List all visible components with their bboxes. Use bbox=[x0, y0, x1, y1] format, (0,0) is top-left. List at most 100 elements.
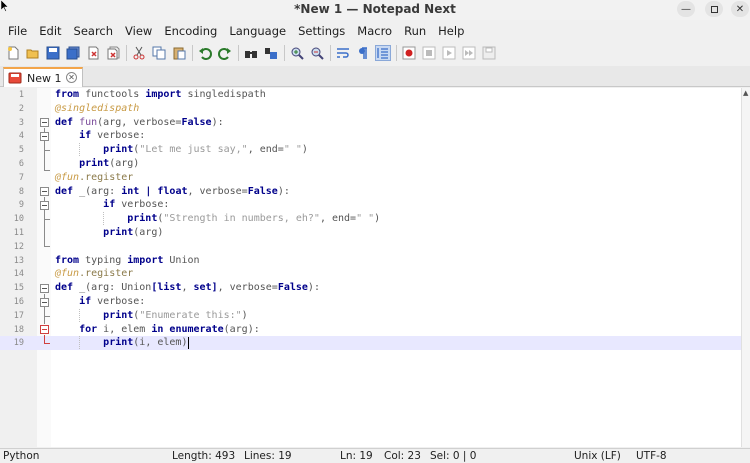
code-line[interactable]: 10 print("Strength in numbers, eh?", end… bbox=[0, 212, 741, 226]
redo-button[interactable] bbox=[217, 45, 233, 61]
fold-toggle[interactable] bbox=[40, 298, 49, 307]
status-length: Length: 493 bbox=[172, 450, 236, 462]
tab-bar: New 1 ✕ bbox=[0, 66, 750, 87]
find-icon bbox=[245, 51, 257, 58]
line-number: 13 bbox=[13, 255, 24, 266]
line-number: 3 bbox=[18, 117, 24, 128]
paste-icon bbox=[173, 47, 186, 60]
open-file-button[interactable] bbox=[25, 45, 41, 61]
zoom-in-button[interactable] bbox=[289, 45, 305, 61]
menu-macro[interactable]: Macro bbox=[351, 24, 398, 38]
code-line[interactable]: 5 print("Let me just say,", end=" ") bbox=[0, 143, 741, 157]
word-wrap-button[interactable] bbox=[335, 45, 351, 61]
code-line[interactable]: 18 for i, elem in enumerate(arg): bbox=[0, 323, 741, 337]
menu-language[interactable]: Language bbox=[223, 24, 292, 38]
text-caret bbox=[188, 337, 189, 349]
save-all-button[interactable] bbox=[65, 45, 81, 61]
play-macro-button[interactable] bbox=[441, 45, 457, 61]
toolbar-separator bbox=[330, 45, 331, 61]
indent-guide-button[interactable] bbox=[375, 45, 391, 61]
undo-button[interactable] bbox=[197, 45, 213, 61]
vertical-scrollbar[interactable]: ▲ bbox=[741, 88, 750, 447]
code-line[interactable]: 7 @fun.register bbox=[0, 171, 741, 185]
tab-close-button[interactable]: ✕ bbox=[66, 72, 77, 83]
fold-toggle[interactable] bbox=[40, 132, 49, 141]
line-text: @fun.register bbox=[55, 268, 134, 280]
cut-icon bbox=[133, 46, 145, 60]
status-eol[interactable]: Unix (LF) bbox=[574, 450, 621, 462]
toolbar-separator bbox=[238, 45, 239, 61]
code-line[interactable]: 2 @singledispath bbox=[0, 102, 741, 116]
line-text: print(arg) bbox=[79, 158, 140, 169]
maximize-button[interactable] bbox=[705, 1, 723, 17]
line-number: 19 bbox=[13, 338, 24, 349]
find-button[interactable] bbox=[243, 45, 259, 61]
menu-run[interactable]: Run bbox=[398, 24, 432, 38]
fold-toggle[interactable] bbox=[40, 118, 49, 127]
cut-button[interactable] bbox=[131, 45, 147, 61]
close-all-button[interactable] bbox=[105, 45, 121, 61]
code-line[interactable]: 4 if verbose: bbox=[0, 129, 741, 143]
minimize-button[interactable]: — bbox=[677, 1, 695, 17]
line-number: 4 bbox=[18, 131, 24, 142]
code-line[interactable]: 8 def _(arg: int | float, verbose=False)… bbox=[0, 185, 741, 199]
code-line[interactable]: 3 def fun(arg, verbose=False): bbox=[0, 116, 741, 130]
line-text: print("Let me just say,", end=" ") bbox=[103, 144, 308, 156]
code-line[interactable]: 9 if verbose: bbox=[0, 198, 741, 212]
code-line[interactable]: 11 print(arg) bbox=[0, 226, 741, 240]
code-editor[interactable]: 1 from functools import singledispath 2 … bbox=[0, 88, 741, 447]
menu-file[interactable]: File bbox=[2, 24, 33, 38]
zoom-in-icon bbox=[291, 47, 304, 60]
menu-view[interactable]: View bbox=[119, 24, 158, 38]
menu-search[interactable]: Search bbox=[68, 24, 120, 38]
code-line[interactable]: 14 @fun.register bbox=[0, 267, 741, 281]
minimize-icon: — bbox=[681, 3, 691, 15]
code-line[interactable]: 13 from typing import Union bbox=[0, 254, 741, 268]
new-file-button[interactable] bbox=[5, 45, 21, 61]
stop-macro-button[interactable] bbox=[421, 45, 437, 61]
replace-button[interactable] bbox=[263, 45, 279, 61]
code-line[interactable]: 16 if verbose: bbox=[0, 295, 741, 309]
tab-label: New 1 bbox=[27, 71, 62, 85]
line-text: from typing import Union bbox=[55, 254, 200, 266]
stop-macro-icon bbox=[422, 46, 436, 60]
save-button[interactable] bbox=[45, 45, 61, 61]
close-window-button[interactable]: ✕ bbox=[731, 1, 749, 17]
record-macro-button[interactable] bbox=[401, 45, 417, 61]
paste-button[interactable] bbox=[171, 45, 187, 61]
scroll-up-icon[interactable]: ▲ bbox=[743, 89, 748, 97]
close-file-button[interactable] bbox=[85, 45, 101, 61]
zoom-out-button[interactable] bbox=[309, 45, 325, 61]
menu-edit[interactable]: Edit bbox=[33, 24, 67, 38]
line-text: @fun.register bbox=[55, 171, 134, 183]
code-line[interactable]: 15 def _(arg: Union[list, set], verbose=… bbox=[0, 281, 741, 295]
code-line[interactable]: 1 from functools import singledispath bbox=[0, 88, 741, 102]
save-macro-button[interactable] bbox=[481, 45, 497, 61]
code-line[interactable]: 6 print(arg) bbox=[0, 157, 741, 171]
fold-toggle[interactable] bbox=[40, 201, 49, 210]
toolbar-separator bbox=[396, 45, 397, 61]
run-macro-multiple-button[interactable] bbox=[461, 45, 477, 61]
menu-encoding[interactable]: Encoding bbox=[158, 24, 223, 38]
current-code-line[interactable]: 19 print(i, elem) bbox=[0, 336, 741, 351]
status-encoding[interactable]: UTF-8 bbox=[636, 450, 667, 462]
line-text: def _(arg: Union[list, set], verbose=Fal… bbox=[55, 282, 320, 294]
copy-button[interactable] bbox=[151, 45, 167, 61]
code-line[interactable]: 17 print("Enumerate this:") bbox=[0, 309, 741, 323]
show-all-characters-button[interactable] bbox=[355, 45, 371, 61]
line-text: if verbose: bbox=[79, 130, 146, 142]
line-text: print(i, elem) bbox=[103, 337, 188, 349]
fold-toggle[interactable] bbox=[40, 187, 49, 196]
menu-help[interactable]: Help bbox=[432, 24, 470, 38]
menu-settings[interactable]: Settings bbox=[292, 24, 351, 38]
line-text: print("Enumerate this:") bbox=[103, 309, 248, 321]
line-text: if verbose: bbox=[79, 296, 146, 307]
indent-guide bbox=[79, 309, 80, 322]
fold-toggle-active[interactable] bbox=[40, 325, 49, 334]
fold-toggle[interactable] bbox=[40, 284, 49, 293]
tab-new-1[interactable]: New 1 ✕ bbox=[3, 67, 83, 87]
status-language[interactable]: Python bbox=[3, 450, 39, 462]
code-line[interactable]: 12 bbox=[0, 240, 741, 254]
line-text: @singledispath bbox=[55, 102, 140, 114]
line-number: 17 bbox=[13, 310, 24, 321]
